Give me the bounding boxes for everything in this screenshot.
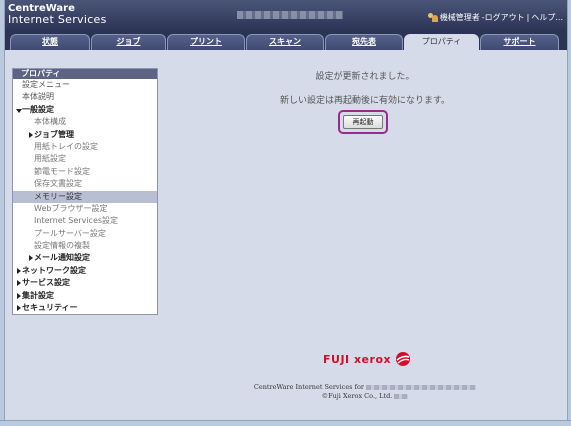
brand-line2: Internet Services xyxy=(8,13,107,26)
menu-item-label: 設定情報の複製 xyxy=(34,241,90,251)
menu-item[interactable]: サービス設定 xyxy=(13,277,157,289)
menu-item[interactable]: Internet Services設定 xyxy=(13,215,157,227)
footer-product-redacted xyxy=(366,384,477,390)
window-frame-bottom xyxy=(0,420,571,426)
menu-item[interactable]: ジョブ管理 xyxy=(13,129,157,141)
user-area: 機械管理者 -ログアウト | ヘルプ... xyxy=(427,12,563,23)
menu-item-label: 用紙トレイの設定 xyxy=(34,141,98,151)
header-separator: | xyxy=(526,13,530,22)
menu-item-label: 集計設定 xyxy=(22,290,54,300)
menu-item[interactable]: Webブラウザー設定 xyxy=(13,203,157,215)
menu-item[interactable]: 用紙トレイの設定 xyxy=(13,141,157,153)
menu-item[interactable]: 設定メニュー xyxy=(13,79,157,91)
menu-item[interactable]: メール通知設定 xyxy=(13,252,157,264)
menu-item-label: セキュリティー xyxy=(22,303,78,313)
collapsed-arrow-icon xyxy=(17,267,21,274)
xerox-sphere-icon xyxy=(396,352,411,366)
expanded-arrow-icon xyxy=(16,108,22,113)
footer-product-text: CentreWare Internet Services for xyxy=(253,383,364,391)
menu-item[interactable]: 用紙設定 xyxy=(13,153,157,165)
menu-item[interactable]: 設定情報の複製 xyxy=(13,240,157,252)
menu-item-label: ジョブ管理 xyxy=(34,129,74,139)
collapsed-arrow-icon xyxy=(29,131,33,138)
collapsed-arrow-icon xyxy=(17,280,21,287)
restart-button-highlight: 再起動 xyxy=(338,110,388,134)
footer-copyright-line: ©Fuji Xerox Co., Ltd. xyxy=(185,392,545,400)
menu-item[interactable]: 一般設定 xyxy=(13,104,157,116)
user-name: 機械管理者 xyxy=(439,13,480,22)
brand-logo: CentreWare Internet Services xyxy=(8,3,107,25)
collapsed-arrow-icon xyxy=(29,255,33,262)
menu-item-label: メール通知設定 xyxy=(34,253,90,263)
content-area: プロパティ 設定メニュー 本体説明一般設定本体構成ジョブ管理用紙トレイの設定 用紙設… xyxy=(5,50,567,420)
menu-item-label: 用紙設定 xyxy=(34,154,66,164)
menu-item-label: Webブラウザー設定 xyxy=(34,203,108,213)
menu-item-label: 設定メニュー xyxy=(22,80,70,89)
header-bar: CentreWare Internet Services 機械管理者 -ログアウ… xyxy=(5,0,567,31)
settings-updated-message: 設定が更新されました。 xyxy=(315,72,415,82)
properties-menu: プロパティ 設定メニュー 本体説明一般設定本体構成ジョブ管理用紙トレイの設定 用紙設… xyxy=(12,68,158,315)
menu-item[interactable]: ネットワーク設定 xyxy=(13,265,157,277)
logo-text: FUJI xerox xyxy=(323,352,392,366)
menu-item-label: 本体説明 xyxy=(22,92,54,102)
device-name-redacted xyxy=(237,11,343,19)
menu-item[interactable]: 集計設定 xyxy=(13,290,157,302)
footer-copyright-text: ©Fuji Xerox Co., Ltd. xyxy=(321,392,393,400)
restart-required-message: 新しい設定は再起動後に有効になります。 xyxy=(279,96,451,106)
menu-item[interactable]: 保存文書設定 xyxy=(13,178,157,190)
menu-item-label: メモリー設定 xyxy=(34,191,82,201)
menu-item-label: Internet Services設定 xyxy=(34,216,119,226)
collapsed-arrow-icon xyxy=(17,305,21,312)
tab-print[interactable]: プリント xyxy=(167,34,245,50)
fuji-xerox-logo: FUJI xerox xyxy=(323,351,411,367)
tab-address-book[interactable]: 宛先表 xyxy=(325,34,403,50)
tab-scan[interactable]: スキャン xyxy=(246,34,324,50)
tab-jobs[interactable]: ジョブ xyxy=(91,34,166,50)
tab-properties[interactable]: プロパティ xyxy=(404,34,479,50)
menu-item[interactable]: セキュリティー xyxy=(13,302,157,314)
menu-item[interactable]: プールサーバー設定 xyxy=(13,228,157,240)
tab-support[interactable]: サポート xyxy=(480,34,559,50)
restart-button[interactable]: 再起動 xyxy=(343,115,383,129)
logout-link[interactable]: -ログアウト xyxy=(482,12,525,23)
collapsed-arrow-icon xyxy=(17,292,21,299)
menu-item-label: 一般設定 xyxy=(22,104,54,114)
help-link[interactable]: ヘルプ... xyxy=(531,12,563,23)
menu-item-label: 節電モード設定 xyxy=(34,166,90,176)
menu-item-label: 本体構成 xyxy=(34,117,66,127)
tab-status[interactable]: 状態 xyxy=(10,34,90,50)
menu-item[interactable]: 本体説明 xyxy=(13,91,157,103)
menu-item-label: プールサーバー設定 xyxy=(34,228,106,238)
menu-item[interactable]: 本体構成 xyxy=(13,116,157,128)
menu-item-label: サービス設定 xyxy=(22,278,70,288)
window-frame-right xyxy=(567,0,571,426)
menu-title: プロパティ xyxy=(13,69,157,79)
menu-item[interactable]: メモリー設定 xyxy=(13,190,157,203)
tab-bar: 状態 ジョブ プリント スキャン 宛先表 プロパティ サポート xyxy=(5,31,567,50)
menu-item-label: ネットワーク設定 xyxy=(22,265,86,275)
menu-item-label: 保存文書設定 xyxy=(34,179,82,189)
footer-year-redacted xyxy=(394,393,409,399)
footer-product-line: CentreWare Internet Services for xyxy=(185,383,545,391)
menu-items: 設定メニュー 本体説明一般設定本体構成ジョブ管理用紙トレイの設定 用紙設定節電モード… xyxy=(13,79,157,314)
user-icon xyxy=(427,13,438,22)
menu-item[interactable]: 節電モード設定 xyxy=(13,166,157,178)
